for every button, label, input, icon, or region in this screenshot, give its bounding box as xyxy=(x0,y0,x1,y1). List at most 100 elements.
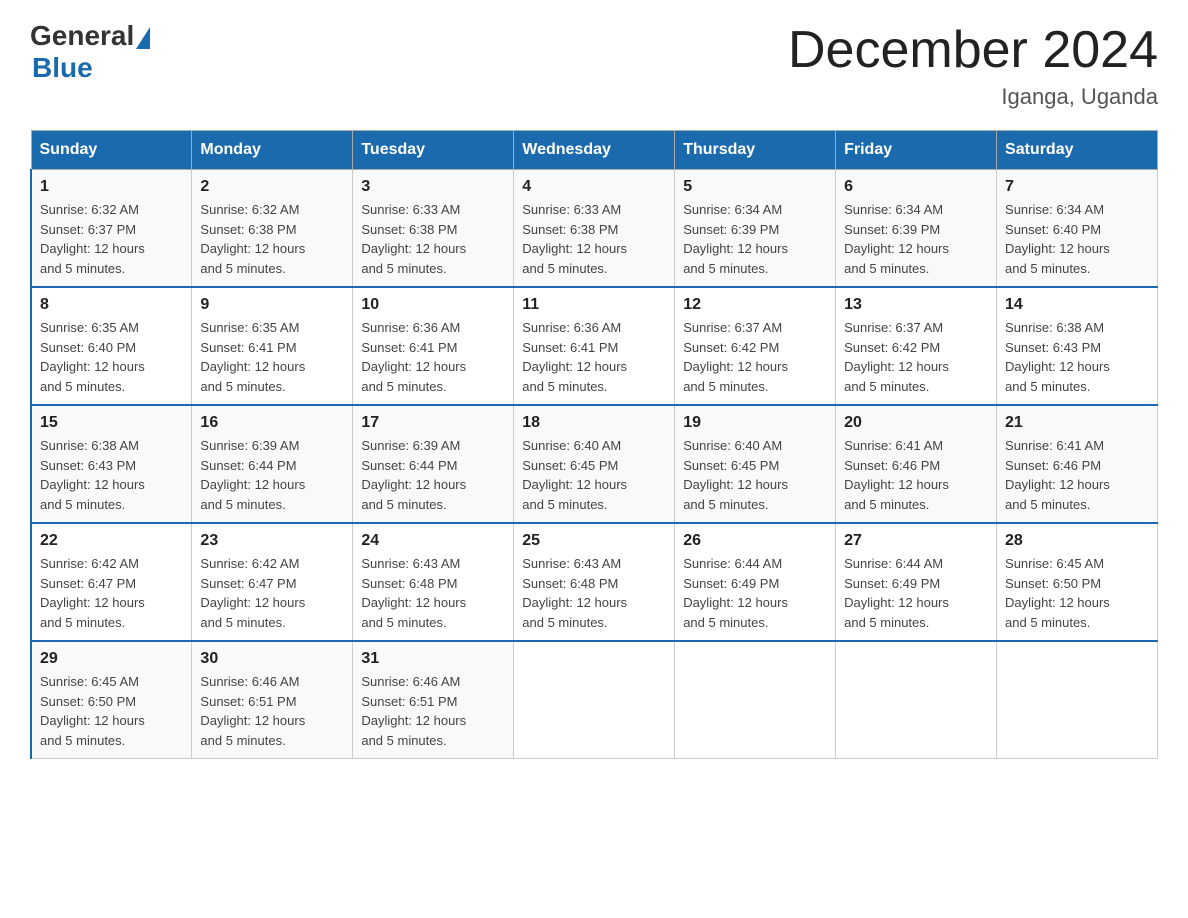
day-info: Sunrise: 6:34 AMSunset: 6:39 PMDaylight:… xyxy=(683,202,788,276)
calendar-day-cell: 16 Sunrise: 6:39 AMSunset: 6:44 PMDaylig… xyxy=(192,405,353,523)
calendar-day-cell: 8 Sunrise: 6:35 AMSunset: 6:40 PMDayligh… xyxy=(31,287,192,405)
calendar-day-cell: 11 Sunrise: 6:36 AMSunset: 6:41 PMDaylig… xyxy=(514,287,675,405)
day-info: Sunrise: 6:40 AMSunset: 6:45 PMDaylight:… xyxy=(683,438,788,512)
calendar-day-cell: 30 Sunrise: 6:46 AMSunset: 6:51 PMDaylig… xyxy=(192,641,353,759)
day-info: Sunrise: 6:45 AMSunset: 6:50 PMDaylight:… xyxy=(40,674,145,748)
calendar-location: Iganga, Uganda xyxy=(788,84,1158,110)
calendar-day-cell: 21 Sunrise: 6:41 AMSunset: 6:46 PMDaylig… xyxy=(997,405,1158,523)
day-info: Sunrise: 6:41 AMSunset: 6:46 PMDaylight:… xyxy=(844,438,949,512)
calendar-title: December 2024 xyxy=(788,20,1158,80)
day-info: Sunrise: 6:38 AMSunset: 6:43 PMDaylight:… xyxy=(40,438,145,512)
day-info: Sunrise: 6:36 AMSunset: 6:41 PMDaylight:… xyxy=(522,320,627,394)
calendar-day-cell: 13 Sunrise: 6:37 AMSunset: 6:42 PMDaylig… xyxy=(836,287,997,405)
day-number: 6 xyxy=(844,178,988,196)
day-number: 26 xyxy=(683,532,827,550)
day-number: 18 xyxy=(522,414,666,432)
calendar-body: 1 Sunrise: 6:32 AMSunset: 6:37 PMDayligh… xyxy=(31,170,1158,759)
header-tuesday: Tuesday xyxy=(353,131,514,170)
day-number: 30 xyxy=(200,650,344,668)
day-number: 22 xyxy=(40,532,183,550)
calendar-day-cell: 4 Sunrise: 6:33 AMSunset: 6:38 PMDayligh… xyxy=(514,170,675,288)
calendar-table: Sunday Monday Tuesday Wednesday Thursday… xyxy=(30,130,1158,759)
day-number: 7 xyxy=(1005,178,1149,196)
day-info: Sunrise: 6:33 AMSunset: 6:38 PMDaylight:… xyxy=(522,202,627,276)
day-info: Sunrise: 6:34 AMSunset: 6:39 PMDaylight:… xyxy=(844,202,949,276)
calendar-day-cell: 27 Sunrise: 6:44 AMSunset: 6:49 PMDaylig… xyxy=(836,523,997,641)
day-info: Sunrise: 6:46 AMSunset: 6:51 PMDaylight:… xyxy=(200,674,305,748)
logo-general-text: General xyxy=(30,20,134,52)
calendar-week-row: 22 Sunrise: 6:42 AMSunset: 6:47 PMDaylig… xyxy=(31,523,1158,641)
calendar-header: Sunday Monday Tuesday Wednesday Thursday… xyxy=(31,131,1158,170)
calendar-day-cell: 7 Sunrise: 6:34 AMSunset: 6:40 PMDayligh… xyxy=(997,170,1158,288)
calendar-day-cell: 12 Sunrise: 6:37 AMSunset: 6:42 PMDaylig… xyxy=(675,287,836,405)
logo-triangle-icon xyxy=(136,27,150,49)
calendar-day-cell xyxy=(514,641,675,759)
day-info: Sunrise: 6:44 AMSunset: 6:49 PMDaylight:… xyxy=(844,556,949,630)
title-section: December 2024 Iganga, Uganda xyxy=(788,20,1158,110)
day-info: Sunrise: 6:41 AMSunset: 6:46 PMDaylight:… xyxy=(1005,438,1110,512)
day-number: 1 xyxy=(40,178,183,196)
calendar-day-cell: 17 Sunrise: 6:39 AMSunset: 6:44 PMDaylig… xyxy=(353,405,514,523)
day-number: 10 xyxy=(361,296,505,314)
calendar-day-cell: 19 Sunrise: 6:40 AMSunset: 6:45 PMDaylig… xyxy=(675,405,836,523)
day-number: 9 xyxy=(200,296,344,314)
header-row: Sunday Monday Tuesday Wednesday Thursday… xyxy=(31,131,1158,170)
header-friday: Friday xyxy=(836,131,997,170)
day-info: Sunrise: 6:39 AMSunset: 6:44 PMDaylight:… xyxy=(200,438,305,512)
header-monday: Monday xyxy=(192,131,353,170)
header-thursday: Thursday xyxy=(675,131,836,170)
day-number: 27 xyxy=(844,532,988,550)
day-number: 20 xyxy=(844,414,988,432)
day-number: 2 xyxy=(200,178,344,196)
day-info: Sunrise: 6:34 AMSunset: 6:40 PMDaylight:… xyxy=(1005,202,1110,276)
calendar-week-row: 29 Sunrise: 6:45 AMSunset: 6:50 PMDaylig… xyxy=(31,641,1158,759)
day-info: Sunrise: 6:43 AMSunset: 6:48 PMDaylight:… xyxy=(361,556,466,630)
day-number: 19 xyxy=(683,414,827,432)
day-number: 15 xyxy=(40,414,183,432)
day-number: 3 xyxy=(361,178,505,196)
day-number: 13 xyxy=(844,296,988,314)
day-info: Sunrise: 6:38 AMSunset: 6:43 PMDaylight:… xyxy=(1005,320,1110,394)
calendar-day-cell: 26 Sunrise: 6:44 AMSunset: 6:49 PMDaylig… xyxy=(675,523,836,641)
calendar-day-cell: 15 Sunrise: 6:38 AMSunset: 6:43 PMDaylig… xyxy=(31,405,192,523)
day-info: Sunrise: 6:40 AMSunset: 6:45 PMDaylight:… xyxy=(522,438,627,512)
calendar-day-cell: 9 Sunrise: 6:35 AMSunset: 6:41 PMDayligh… xyxy=(192,287,353,405)
day-info: Sunrise: 6:45 AMSunset: 6:50 PMDaylight:… xyxy=(1005,556,1110,630)
day-info: Sunrise: 6:35 AMSunset: 6:41 PMDaylight:… xyxy=(200,320,305,394)
day-info: Sunrise: 6:36 AMSunset: 6:41 PMDaylight:… xyxy=(361,320,466,394)
day-number: 31 xyxy=(361,650,505,668)
day-number: 8 xyxy=(40,296,183,314)
page-header: General Blue December 2024 Iganga, Ugand… xyxy=(30,20,1158,110)
day-info: Sunrise: 6:37 AMSunset: 6:42 PMDaylight:… xyxy=(844,320,949,394)
day-number: 24 xyxy=(361,532,505,550)
day-number: 25 xyxy=(522,532,666,550)
day-info: Sunrise: 6:37 AMSunset: 6:42 PMDaylight:… xyxy=(683,320,788,394)
header-wednesday: Wednesday xyxy=(514,131,675,170)
calendar-day-cell: 23 Sunrise: 6:42 AMSunset: 6:47 PMDaylig… xyxy=(192,523,353,641)
day-number: 12 xyxy=(683,296,827,314)
calendar-day-cell: 29 Sunrise: 6:45 AMSunset: 6:50 PMDaylig… xyxy=(31,641,192,759)
calendar-day-cell: 5 Sunrise: 6:34 AMSunset: 6:39 PMDayligh… xyxy=(675,170,836,288)
day-info: Sunrise: 6:32 AMSunset: 6:38 PMDaylight:… xyxy=(200,202,305,276)
calendar-day-cell: 10 Sunrise: 6:36 AMSunset: 6:41 PMDaylig… xyxy=(353,287,514,405)
calendar-day-cell: 28 Sunrise: 6:45 AMSunset: 6:50 PMDaylig… xyxy=(997,523,1158,641)
logo: General Blue xyxy=(30,20,150,84)
day-number: 21 xyxy=(1005,414,1149,432)
calendar-day-cell: 22 Sunrise: 6:42 AMSunset: 6:47 PMDaylig… xyxy=(31,523,192,641)
day-number: 11 xyxy=(522,296,666,314)
calendar-day-cell: 31 Sunrise: 6:46 AMSunset: 6:51 PMDaylig… xyxy=(353,641,514,759)
calendar-day-cell xyxy=(836,641,997,759)
header-sunday: Sunday xyxy=(31,131,192,170)
day-info: Sunrise: 6:32 AMSunset: 6:37 PMDaylight:… xyxy=(40,202,145,276)
day-number: 5 xyxy=(683,178,827,196)
day-number: 23 xyxy=(200,532,344,550)
header-saturday: Saturday xyxy=(997,131,1158,170)
calendar-day-cell: 25 Sunrise: 6:43 AMSunset: 6:48 PMDaylig… xyxy=(514,523,675,641)
day-info: Sunrise: 6:46 AMSunset: 6:51 PMDaylight:… xyxy=(361,674,466,748)
day-number: 28 xyxy=(1005,532,1149,550)
calendar-day-cell: 1 Sunrise: 6:32 AMSunset: 6:37 PMDayligh… xyxy=(31,170,192,288)
day-info: Sunrise: 6:42 AMSunset: 6:47 PMDaylight:… xyxy=(40,556,145,630)
day-number: 16 xyxy=(200,414,344,432)
calendar-week-row: 15 Sunrise: 6:38 AMSunset: 6:43 PMDaylig… xyxy=(31,405,1158,523)
day-info: Sunrise: 6:33 AMSunset: 6:38 PMDaylight:… xyxy=(361,202,466,276)
